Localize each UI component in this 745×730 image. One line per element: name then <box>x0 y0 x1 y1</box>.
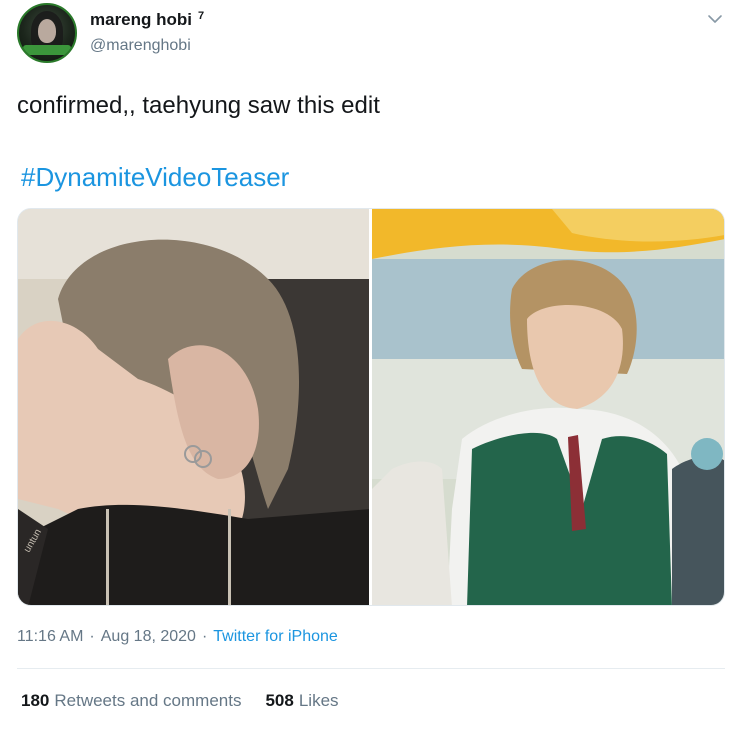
meta-separator: · <box>201 628 208 645</box>
tweet-time[interactable]: 11:16 AM <box>17 628 83 646</box>
tweet-date[interactable]: Aug 18, 2020 <box>101 628 196 646</box>
tweet-stats: 180 Retweets and comments 508 Likes <box>21 691 339 711</box>
author-name-badge: 7 <box>198 10 205 22</box>
likes-stat[interactable]: 508 Likes <box>265 691 338 711</box>
likes-label: Likes <box>298 691 339 710</box>
meta-separator: · <box>89 628 95 645</box>
tweet-metadata: 11:16 AM · Aug 18, 2020 · Twitter for iP… <box>17 628 338 646</box>
retweets-count: 180 <box>21 691 50 710</box>
author-handle[interactable]: @marenghobi <box>90 37 191 55</box>
author-name-row[interactable]: mareng hobi 7 <box>90 10 204 30</box>
likes-count: 508 <box>265 691 294 710</box>
photo-right-illustration <box>372 209 724 605</box>
tweet-card: mareng hobi 7 @marenghobi confirmed,, ta… <box>0 0 745 730</box>
retweets-stat[interactable]: 180 Retweets and comments <box>21 691 241 711</box>
hashtag-link[interactable]: #DynamiteVideoTeaser <box>21 162 289 193</box>
photo-left-illustration <box>18 209 369 605</box>
photo-right[interactable] <box>372 209 724 605</box>
divider <box>17 668 725 669</box>
photo-left[interactable]: untun <box>18 209 369 605</box>
author-display-name[interactable]: mareng hobi <box>90 10 192 30</box>
tweet-text: confirmed,, taehyung saw this edit <box>17 92 380 119</box>
avatar-frame-label <box>23 45 71 55</box>
avatar-face <box>38 19 56 43</box>
chevron-down-icon[interactable] <box>706 10 724 28</box>
avatar[interactable] <box>17 3 77 63</box>
retweets-label: Retweets and comments <box>54 691 242 710</box>
media-grid: untun <box>17 208 725 606</box>
tweet-source-link[interactable]: Twitter for iPhone <box>213 628 338 646</box>
